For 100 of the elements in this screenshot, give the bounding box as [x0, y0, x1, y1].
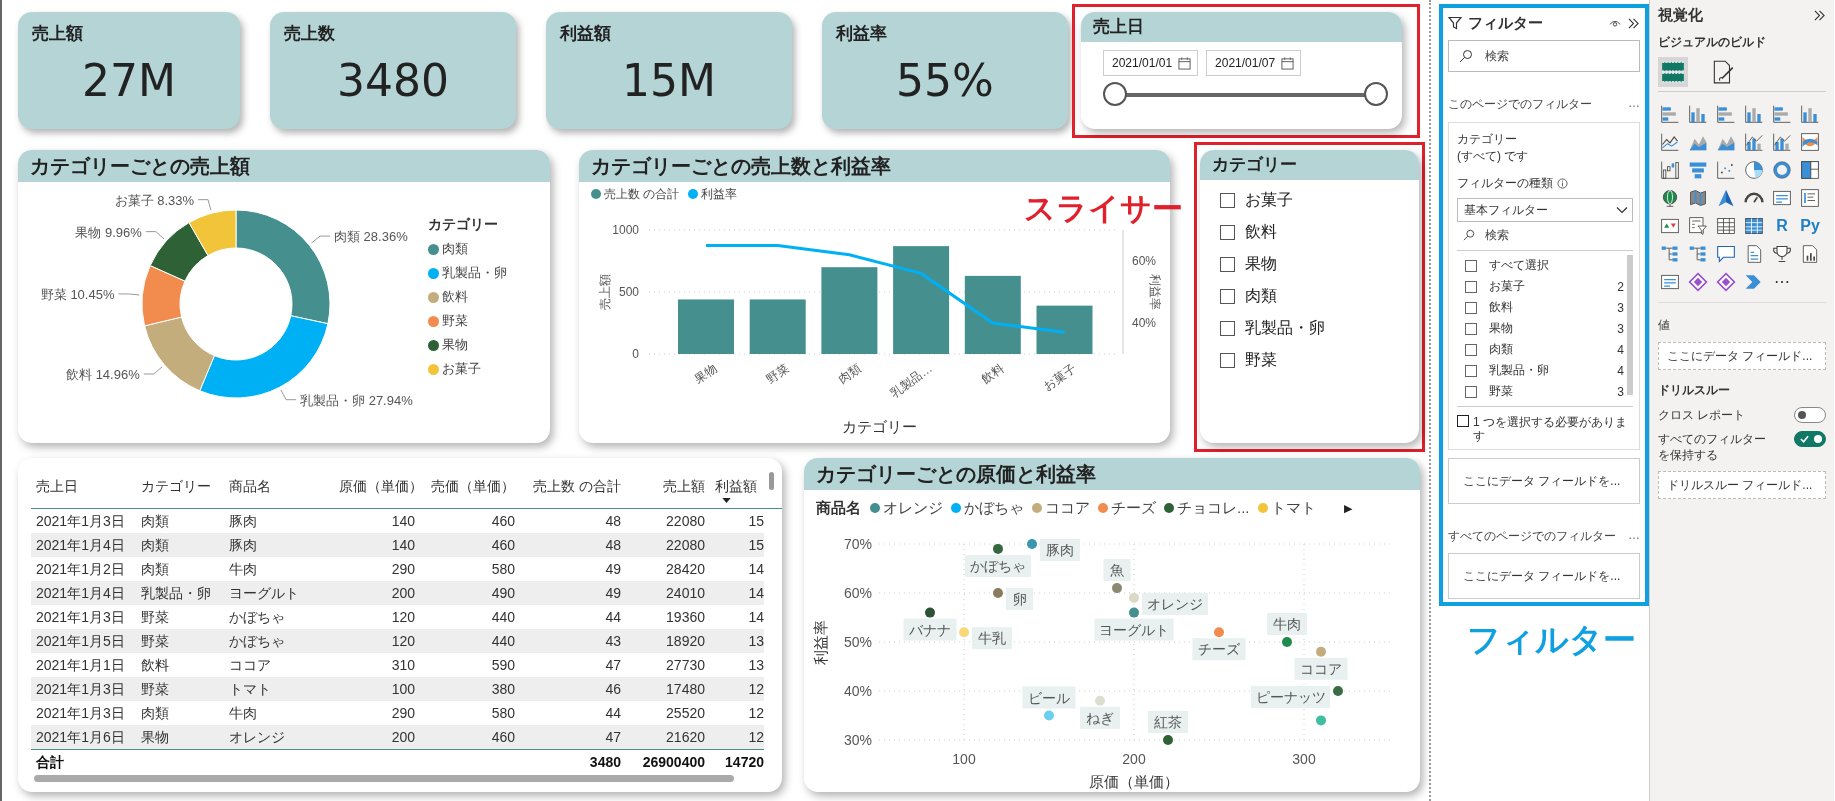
funnel-chart-icon[interactable]: [1688, 160, 1708, 180]
slicer-icon[interactable]: [1688, 216, 1708, 236]
drop-zone[interactable]: ここにデータ フィールドを...: [1448, 553, 1640, 599]
checkbox[interactable]: [1220, 289, 1235, 304]
pie-chart-icon[interactable]: [1744, 160, 1764, 180]
checkbox[interactable]: [1465, 385, 1477, 398]
scatter-chart-icon[interactable]: [1716, 160, 1736, 180]
column-header[interactable]: 原価（単価）: [334, 468, 420, 508]
drop-zone[interactable]: ここにデータ フィールド...: [1658, 342, 1826, 370]
checkbox[interactable]: [1465, 322, 1477, 335]
donut-chart-icon[interactable]: [1772, 160, 1792, 180]
tree-icon[interactable]: [1688, 244, 1708, 264]
option-label[interactable]: 肉類: [1245, 286, 1277, 307]
slider-handle[interactable]: [1364, 82, 1388, 106]
scrollbar[interactable]: [769, 472, 774, 490]
data-point[interactable]: [925, 607, 935, 618]
checkbox[interactable]: [1465, 259, 1477, 272]
list-icon[interactable]: [1800, 188, 1820, 208]
option-label[interactable]: 飲料: [1489, 299, 1513, 316]
search-field[interactable]: 検索: [1448, 40, 1640, 72]
option-label[interactable]: 乳製品・卵: [1245, 318, 1325, 339]
column-chart-icon[interactable]: [1688, 104, 1708, 124]
donut-slice[interactable]: [188, 209, 237, 256]
checkbox[interactable]: [1220, 257, 1235, 272]
dropdown[interactable]: 基本フィルター: [1457, 198, 1633, 222]
column-header[interactable]: 売上数 の合計: [520, 468, 626, 508]
data-point[interactable]: [1163, 735, 1173, 745]
column-header[interactable]: 利益額: [710, 468, 764, 508]
card-icon[interactable]: [1772, 188, 1792, 208]
column-chart-icon[interactable]: [1800, 104, 1820, 124]
data-point[interactable]: [993, 543, 1003, 554]
combo-chart-icon[interactable]: [1744, 132, 1764, 152]
donut-slice[interactable]: [235, 209, 331, 325]
chevron-down-icon[interactable]: [1616, 206, 1628, 214]
collapse-icon[interactable]: [1813, 9, 1826, 21]
column-header[interactable]: 売上額: [626, 468, 710, 508]
more-button[interactable]: …: [1628, 528, 1640, 545]
toggle-switch[interactable]: [1794, 431, 1826, 447]
tree-icon[interactable]: [1660, 244, 1680, 264]
line-chart-icon[interactable]: [1660, 132, 1680, 152]
collapse-icon[interactable]: [1627, 17, 1640, 29]
table-icon[interactable]: [1716, 216, 1736, 236]
option-label[interactable]: 肉類: [1489, 341, 1513, 358]
checkbox[interactable]: [1220, 353, 1235, 368]
option-label[interactable]: 1 つを選択する必要があります: [1473, 415, 1633, 443]
checkbox[interactable]: [1465, 364, 1477, 377]
date-field[interactable]: 2021/01/01: [1103, 50, 1199, 76]
date-field[interactable]: 2021/01/07: [1206, 50, 1302, 76]
option-label[interactable]: 果物: [1489, 320, 1513, 337]
search-field[interactable]: 検索: [1457, 224, 1633, 246]
checkbox[interactable]: [1457, 415, 1469, 427]
option-label[interactable]: 果物: [1245, 254, 1277, 275]
kpi-icon[interactable]: [1660, 216, 1680, 236]
column-header[interactable]: カテゴリー: [136, 468, 224, 508]
donut-slice[interactable]: [149, 222, 209, 282]
ribbon-chart-icon[interactable]: [1800, 132, 1820, 152]
data-point[interactable]: [1129, 607, 1139, 618]
calendar-icon[interactable]: [1178, 56, 1192, 70]
more-button[interactable]: …: [1628, 96, 1640, 113]
data-point[interactable]: [1282, 637, 1292, 647]
checkbox[interactable]: [1220, 321, 1235, 336]
waterfall-chart-icon[interactable]: [1660, 160, 1680, 180]
checkbox[interactable]: [1220, 225, 1235, 240]
option-label[interactable]: 野菜: [1245, 350, 1277, 371]
more-button[interactable]: ⋯: [1772, 272, 1792, 292]
sort-descending-icon[interactable]: [722, 498, 731, 503]
column-header[interactable]: 売上日: [31, 468, 136, 508]
slider-handle[interactable]: [1103, 82, 1127, 106]
legend-next-button[interactable]: ▶: [1343, 501, 1352, 515]
bar-chart-icon[interactable]: [1716, 104, 1736, 124]
visual-type-button[interactable]: R: [1772, 216, 1792, 236]
option-label[interactable]: お菓子: [1489, 278, 1525, 295]
data-point[interactable]: [993, 588, 1003, 598]
checkbox[interactable]: [1465, 343, 1477, 356]
bar[interactable]: [964, 275, 1021, 354]
scrollbar[interactable]: [1627, 255, 1633, 395]
column-header[interactable]: 売価（単価）: [420, 468, 520, 508]
option-label[interactable]: 野菜: [1489, 383, 1513, 400]
calendar-icon[interactable]: [1281, 56, 1295, 70]
visual-type-button[interactable]: Py: [1800, 216, 1820, 236]
data-point[interactable]: [1333, 686, 1343, 696]
checkbox[interactable]: [1465, 301, 1477, 314]
trophy-icon[interactable]: [1772, 244, 1792, 264]
report-icon[interactable]: [1800, 244, 1820, 264]
checkbox[interactable]: [1220, 193, 1235, 208]
arrow-icon[interactable]: [1716, 188, 1736, 208]
treemap-icon[interactable]: [1800, 160, 1820, 180]
combo-chart-icon[interactable]: [1772, 132, 1792, 152]
drop-zone[interactable]: ドリルスルー フィールド...: [1658, 471, 1826, 499]
card-icon[interactable]: [1660, 272, 1680, 292]
checkbox[interactable]: [1465, 280, 1477, 293]
map-icon[interactable]: [1688, 188, 1708, 208]
diamond-icon[interactable]: [1716, 272, 1736, 292]
globe-icon[interactable]: [1660, 188, 1680, 208]
option-label[interactable]: すべて選択: [1489, 257, 1549, 274]
toggle-switch[interactable]: [1794, 407, 1826, 423]
bar-chart-icon[interactable]: [1660, 104, 1680, 124]
drop-zone[interactable]: ここにデータ フィールドを...: [1448, 458, 1640, 504]
column-chart-icon[interactable]: [1744, 104, 1764, 124]
option-label[interactable]: 飲料: [1245, 222, 1277, 243]
